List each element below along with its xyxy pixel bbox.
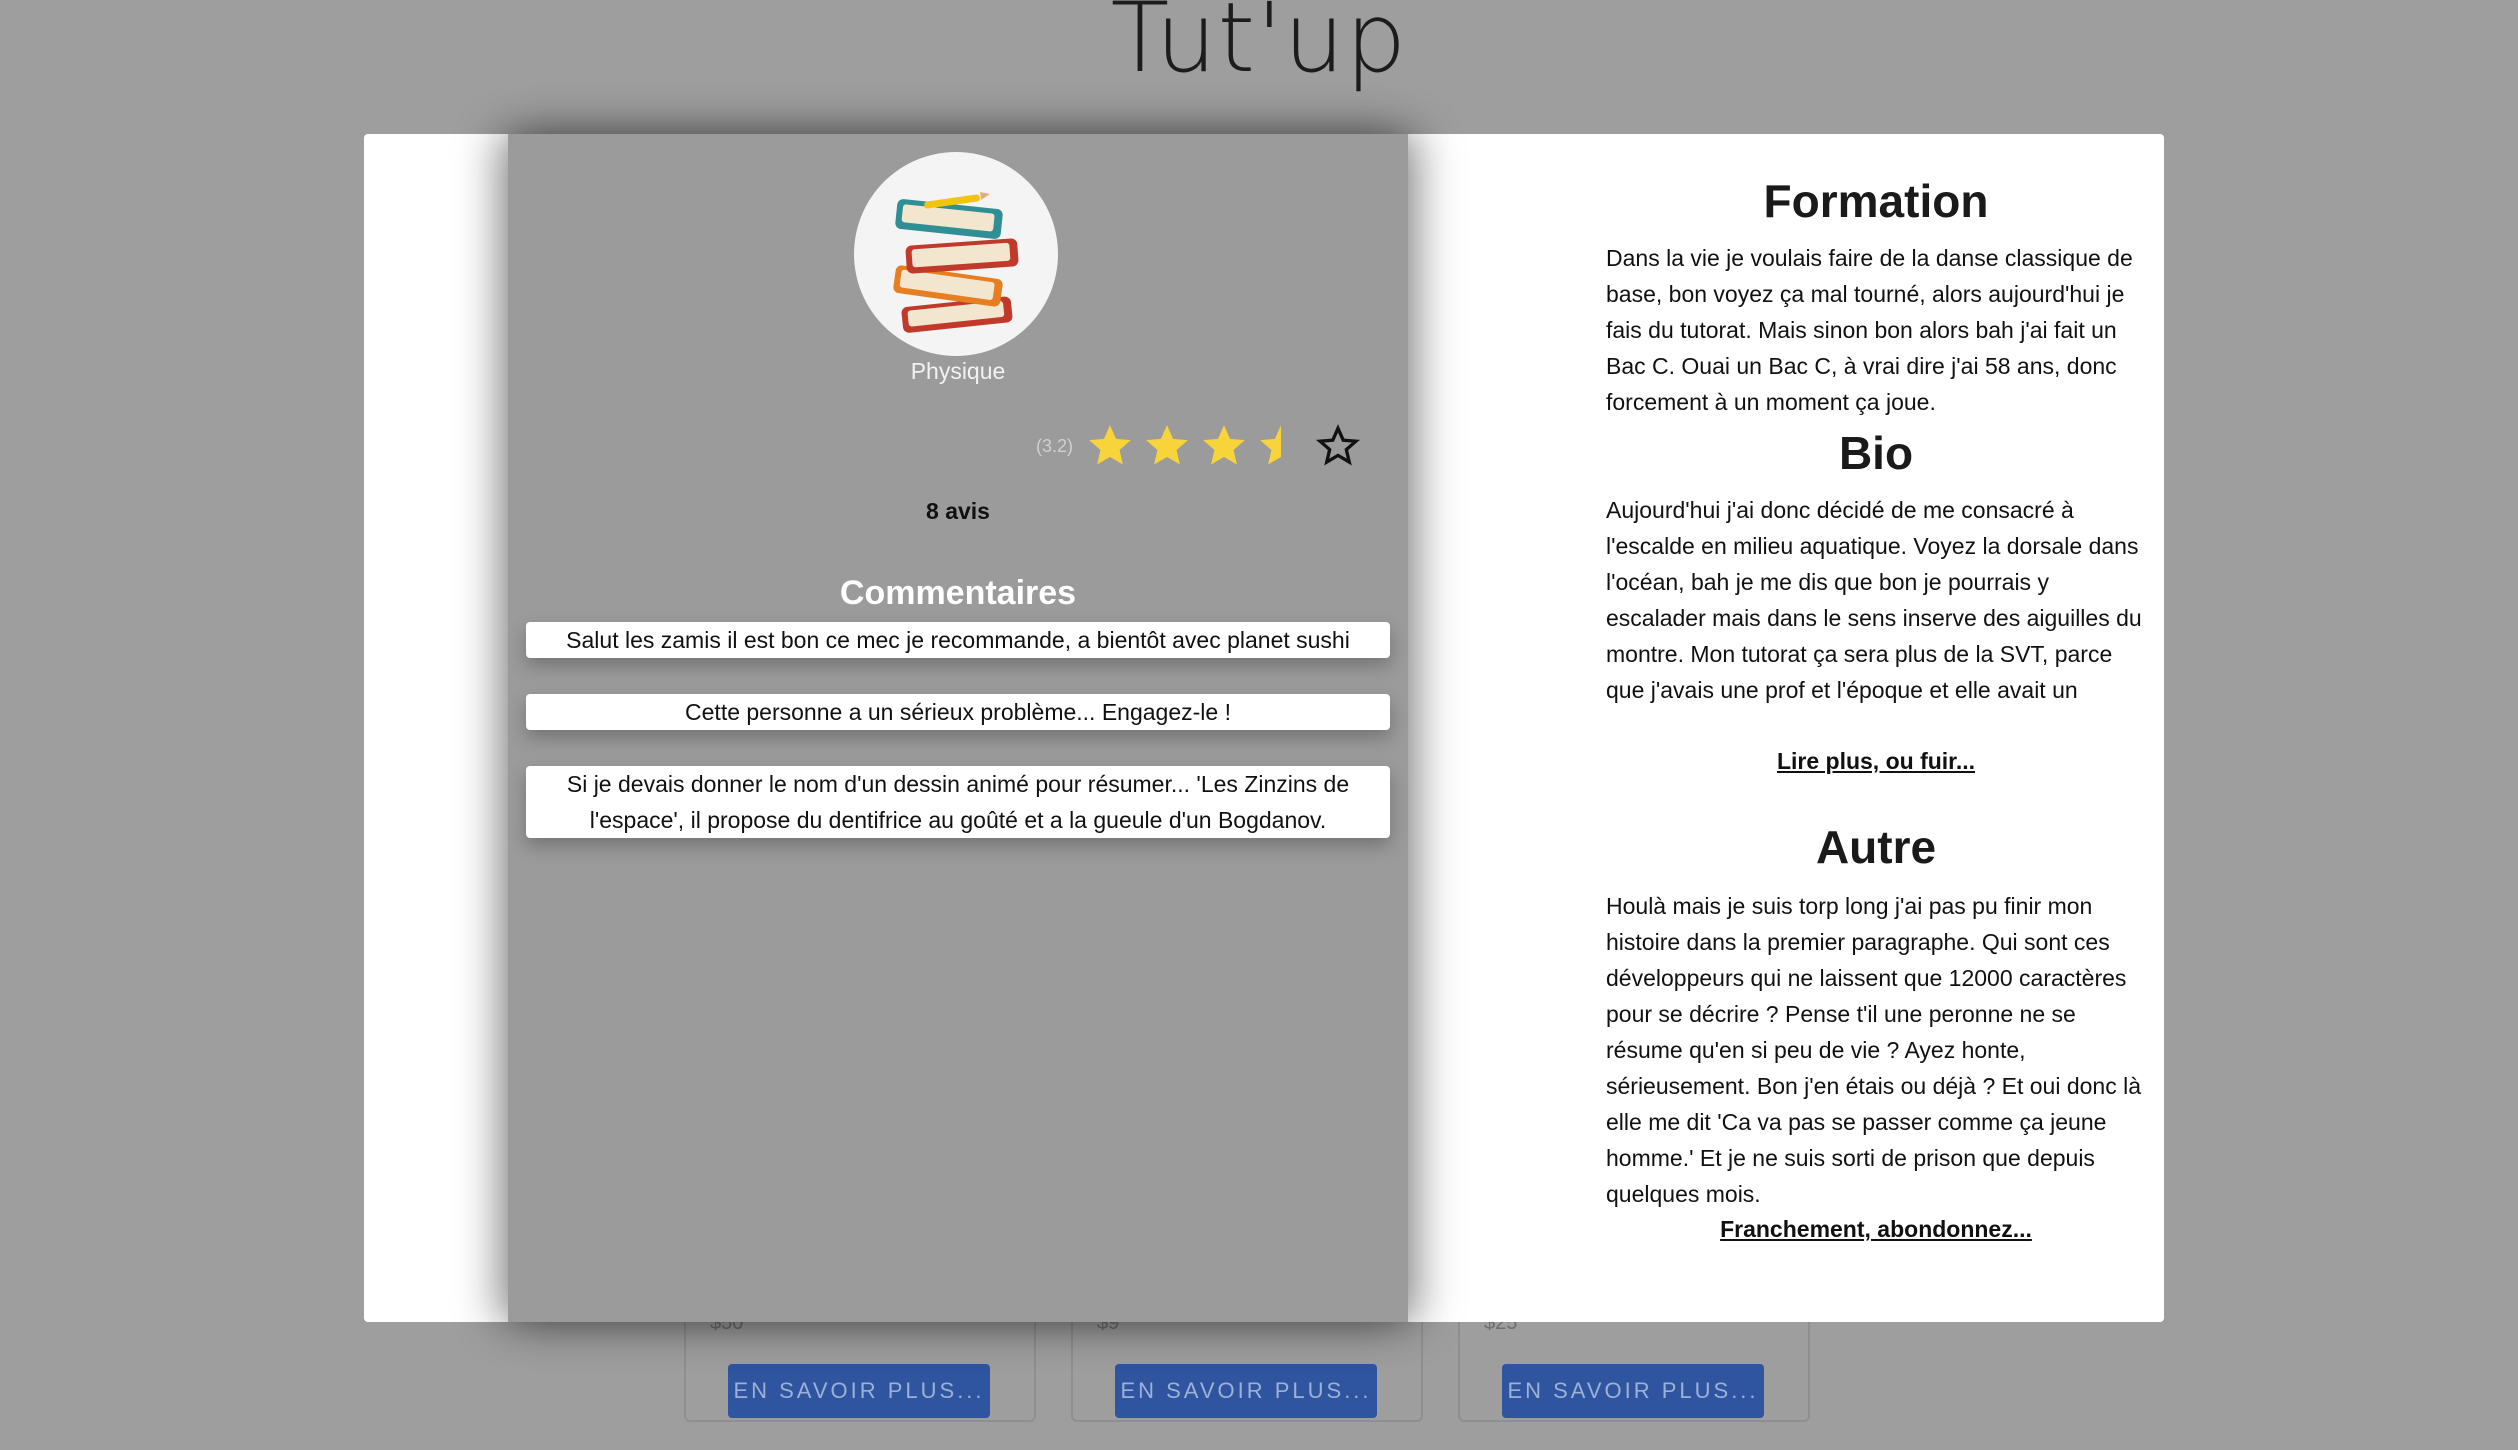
learn-more-button[interactable]: EN SAVOIR PLUS...	[728, 1364, 990, 1418]
comments-title: Commentaires	[839, 574, 1077, 612]
rating-value: (3.2)	[1036, 435, 1074, 456]
comment-item: Si je devais donner le nom d'un dessin a…	[526, 766, 1390, 838]
bio-read-more-link[interactable]: Lire plus, ou fuir...	[1606, 748, 2146, 775]
formation-text: Dans la vie je voulais faire de la danse…	[1606, 245, 2133, 415]
star-empty-icon[interactable]	[1313, 421, 1363, 471]
comment-item: Salut les zamis il est bon ce mec je rec…	[526, 622, 1390, 658]
autre-title: Autre	[1815, 821, 1937, 873]
profile-panel: Physique (3.2) 8 avis Commentaires Salut…	[508, 134, 1408, 1322]
learn-more-button[interactable]: EN SAVOIR PLUS...	[1502, 1364, 1764, 1418]
comment-item: Cette personne a un sérieux problème... …	[526, 694, 1390, 730]
star-full-icon[interactable]	[1085, 421, 1135, 471]
star-half-icon[interactable]	[1256, 421, 1306, 471]
rating: (3.2)	[1036, 416, 1370, 476]
avatar	[854, 152, 1058, 356]
learn-more-button[interactable]: EN SAVOIR PLUS...	[1115, 1364, 1377, 1418]
autre-read-more-link[interactable]: Franchement, abondonnez...	[1606, 1216, 2146, 1243]
star-full-icon[interactable]	[1199, 421, 1249, 471]
autre-text: Houlà mais je suis torp long j'ai pas pu…	[1606, 893, 2142, 1207]
app-title: Tut'up	[1110, 0, 1408, 94]
reviews-count: 8 avis	[926, 498, 990, 524]
books-stack-icon	[893, 192, 1019, 333]
bio-title: Bio	[1838, 427, 1914, 479]
bio-text: Aujourd'hui j'ai donc décidé de me consa…	[1606, 497, 2142, 703]
star-full-icon[interactable]	[1142, 421, 1192, 471]
subject-label: Physique	[910, 358, 1006, 384]
formation-title: Formation	[1763, 175, 1989, 227]
tutor-profile-modal: Physique (3.2) 8 avis Commentaires Salut…	[364, 134, 2164, 1322]
